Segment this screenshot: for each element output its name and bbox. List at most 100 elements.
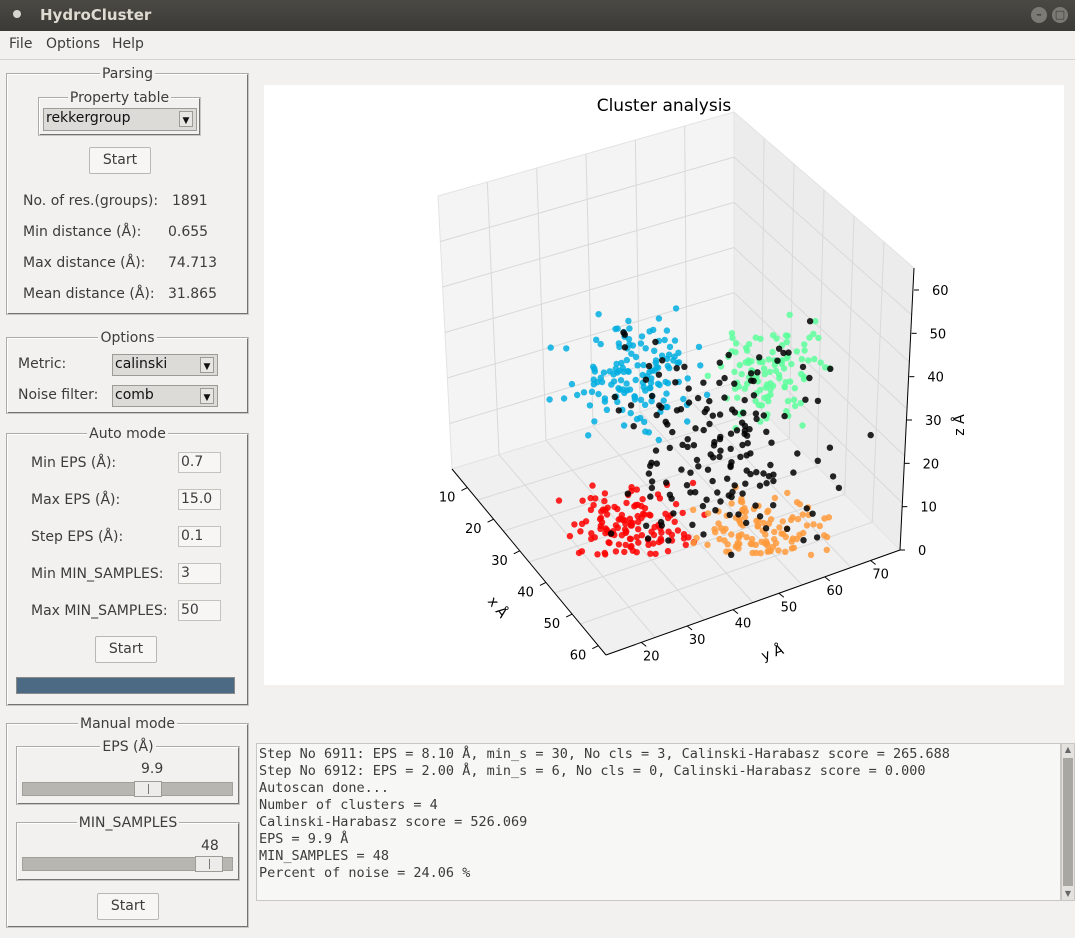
scatter-point-upper-right (767, 391, 774, 398)
scatter-point-upper-left (620, 422, 628, 429)
manual-start-button[interactable]: Start (97, 893, 159, 920)
scatter-point-noise (694, 394, 702, 402)
metric-label: Metric: (18, 356, 67, 372)
scatter-point-lower-left (635, 526, 642, 533)
maximize-icon[interactable]: □ (1052, 7, 1068, 23)
scatter-point-lower-left (612, 548, 620, 555)
scroll-down-icon[interactable]: ▼ (1063, 888, 1073, 900)
y-axis-tick-label: 30 (689, 633, 706, 648)
log-output[interactable]: Step No 6911: EPS = 8.10 Å, min_s = 30, … (256, 743, 1061, 901)
scatter-point-lower-right (799, 511, 806, 518)
auto-start-button[interactable]: Start (95, 636, 157, 663)
scatter-point-noise (767, 461, 774, 469)
scatter-point-lower-right (704, 541, 711, 548)
min-samples-slider[interactable] (22, 856, 233, 872)
max-eps-label: Max EPS (Å): (31, 492, 121, 508)
scatter-point-noise (802, 396, 809, 403)
min-samples-input[interactable]: 3 (178, 563, 221, 584)
scatter-point-upper-left (661, 336, 668, 344)
scatter-point-upper-left (660, 397, 667, 404)
scatter-point-lower-left (654, 491, 662, 498)
scatter-point-upper-left (546, 396, 553, 403)
min-eps-input[interactable]: 0.7 (178, 452, 221, 473)
scatter-point-noise (739, 490, 746, 497)
scatter-point-upper-right (770, 332, 777, 339)
min-samples-slider-handle[interactable] (195, 856, 223, 872)
scatter-point-upper-left (591, 368, 599, 375)
scatter-point-upper-left (613, 360, 620, 368)
scatter-point-upper-right (741, 385, 749, 392)
scatter-point-upper-left (595, 311, 602, 318)
scatter-point-noise (665, 537, 672, 544)
eps-slider-handle[interactable] (134, 781, 162, 797)
noise-filter-select[interactable]: comb ▼ (112, 385, 218, 407)
scatter-point-lower-right (779, 518, 786, 525)
scatter-point-upper-right (780, 365, 788, 372)
scatter-point-lower-right (754, 523, 761, 530)
menu-bar: File Options Help (0, 31, 1075, 60)
property-table-select[interactable]: rekkergroup ▼ (43, 108, 197, 131)
eps-slider[interactable] (22, 781, 233, 797)
metric-select[interactable]: calinski ▼ (112, 354, 218, 376)
parsing-start-button[interactable]: Start (89, 147, 151, 174)
scatter-point-noise (678, 466, 685, 473)
scatter-point-upper-left (574, 391, 581, 399)
scatter-point-noise (672, 379, 679, 386)
scatter-point-lower-left (652, 550, 659, 558)
scatter-point-lower-right (766, 548, 773, 555)
menu-help[interactable]: Help (112, 36, 144, 52)
scatter-point-noise (717, 498, 724, 505)
scatter-point-lower-left (566, 532, 574, 540)
scatter-point-noise (731, 409, 739, 416)
scatter-point-noise (814, 457, 821, 464)
scatter-point-noise (648, 459, 655, 466)
scatter-point-lower-right (810, 521, 817, 528)
stat-label-mean-distance: Mean distance (Å): (23, 286, 155, 302)
scatter-point-noise (747, 370, 755, 377)
scatter-point-noise (643, 522, 650, 529)
max-samples-input[interactable]: 50 (178, 600, 221, 621)
scatter-point-upper-right (811, 355, 818, 363)
scatter-point-noise (711, 438, 718, 446)
step-eps-input[interactable]: 0.1 (178, 526, 221, 547)
scatter-point-upper-left (675, 349, 682, 356)
scatter-point-lower-left (602, 551, 609, 558)
scatter-point-upper-left (600, 369, 608, 376)
z-axis-tick-label: 50 (930, 327, 947, 342)
scatter-point-noise (727, 430, 735, 437)
scatter-point-lower-right (771, 528, 778, 536)
scatter-point-upper-right (772, 367, 780, 375)
max-eps-input[interactable]: 15.0 (178, 489, 221, 510)
scatter-point-upper-left (684, 418, 691, 425)
scatter-point-noise (648, 392, 656, 400)
scatter-point-lower-left (682, 541, 689, 548)
scatter-point-lower-left (633, 549, 640, 556)
scatter-point-upper-left (634, 362, 641, 369)
scatter-point-lower-left (578, 520, 586, 527)
x-axis-tick-label: 20 (465, 522, 482, 537)
min-samples-slider-value: 48 (201, 838, 219, 854)
scatter-point-noise (689, 521, 696, 528)
log-line: EPS = 9.9 Å (259, 831, 349, 847)
scroll-up-icon[interactable]: ▲ (1063, 744, 1073, 756)
log-scrollbar[interactable]: ▲ ▼ (1061, 743, 1075, 901)
scatter-point-lower-left (680, 535, 688, 542)
scatter-point-lower-left (679, 509, 686, 517)
scatter-point-noise (681, 363, 688, 370)
minimize-icon[interactable]: – (1031, 7, 1047, 23)
y-axis-tick (640, 642, 647, 647)
menu-file[interactable]: File (9, 36, 32, 52)
scatter-point-upper-right (761, 370, 768, 378)
scatter-point-upper-left (616, 343, 623, 351)
scatter-point-upper-left (585, 432, 592, 439)
x-axis-tick-label: 30 (491, 554, 508, 569)
menu-options[interactable]: Options (46, 36, 100, 52)
scatter-point-upper-left (632, 353, 640, 361)
scatter-point-noise (659, 357, 666, 364)
scatter-point-upper-left (586, 402, 594, 409)
scatter-point-noise (753, 469, 760, 476)
scatter-point-noise (644, 535, 652, 542)
log-scrollbar-thumb[interactable] (1063, 758, 1073, 886)
scatter-point-lower-right (720, 528, 727, 535)
x-axis-tick-label: 40 (517, 585, 534, 600)
